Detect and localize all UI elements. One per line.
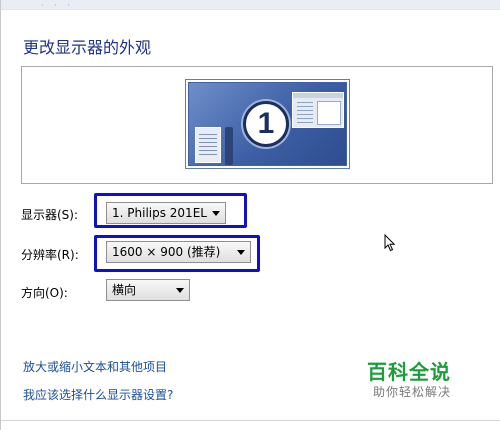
orientation-select-value: 横向: [112, 283, 137, 297]
orientation-select[interactable]: 横向: [106, 279, 190, 301]
display-settings-window: · · · 更改显示器的外观 1 显示器(S): 1. Philips 201E…: [0, 0, 500, 430]
monitor-stand-graphic: [225, 127, 233, 165]
window-graphic-large: [292, 92, 344, 128]
resolution-label: 分辨率(R):: [21, 248, 79, 262]
text-size-link[interactable]: 放大或缩小文本和其他项目: [23, 358, 167, 375]
bottom-divider: [1, 420, 500, 421]
watermark-subtitle: 助你轻松解决: [373, 385, 452, 399]
resolution-select-value: 1600 × 900 (推荐): [112, 245, 221, 259]
monitor-1-thumbnail[interactable]: 1: [185, 79, 350, 169]
monitor-number-badge: 1: [243, 101, 289, 147]
monitor-icon: 1: [189, 83, 346, 165]
display-label: 显示器(S):: [21, 208, 79, 222]
dropdown-arrow-icon: [176, 288, 184, 293]
dropdown-arrow-icon: [237, 250, 245, 255]
resolution-select[interactable]: 1600 × 900 (推荐): [106, 241, 251, 263]
orientation-label: 方向(O):: [21, 286, 68, 300]
watermark-title: 百科全说: [367, 360, 451, 384]
dropdown-arrow-icon: [212, 211, 220, 216]
display-select-value: 1. Philips 201EL: [112, 206, 207, 220]
window-top-strip: · · ·: [1, 0, 500, 10]
window-graphic-small: [195, 127, 221, 163]
which-settings-link[interactable]: 我应该选择什么显示器设置?: [23, 386, 173, 403]
mouse-cursor-icon: [384, 233, 396, 255]
monitor-number: 1: [257, 107, 275, 140]
page-title: 更改显示器的外观: [23, 38, 152, 57]
display-select[interactable]: 1. Philips 201EL: [106, 202, 226, 224]
